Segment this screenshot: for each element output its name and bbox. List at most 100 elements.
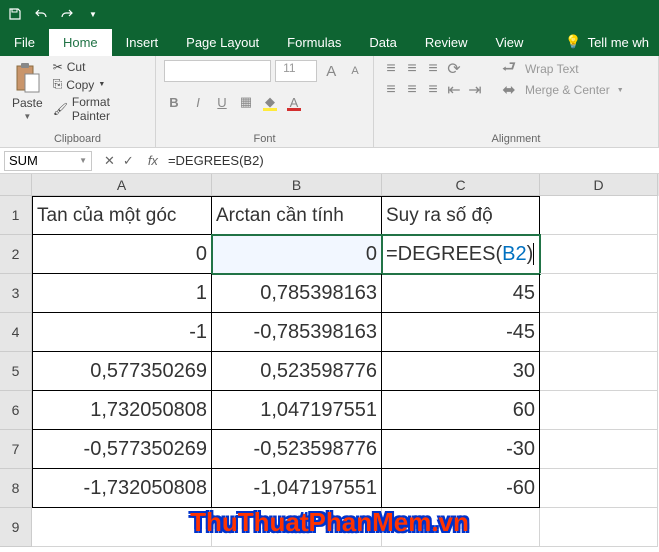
cell-d3[interactable] — [540, 274, 658, 313]
cell-b8[interactable]: -1,047197551 — [212, 469, 382, 508]
cell-a9[interactable] — [32, 508, 212, 547]
formula-ref: B2 — [502, 243, 526, 266]
tab-data[interactable]: Data — [355, 29, 410, 56]
align-center-icon[interactable]: ≡ — [403, 81, 421, 99]
cell-a7[interactable]: -0,577350269 — [32, 430, 212, 469]
align-bottom-icon[interactable]: ≡ — [424, 60, 442, 78]
row-header-8[interactable]: 8 — [0, 469, 32, 508]
group-font: 11 A A B I U ▦ ◆ A Font — [156, 56, 374, 147]
cell-a8[interactable]: -1,732050808 — [32, 469, 212, 508]
font-size-combo[interactable]: 11 — [275, 60, 317, 82]
row-header-6[interactable]: 6 — [0, 391, 32, 430]
cell-c8[interactable]: -60 — [382, 469, 540, 508]
cell-c3[interactable]: 45 — [382, 274, 540, 313]
orientation-icon[interactable]: ⟳ — [445, 60, 463, 78]
cell-c2-editing[interactable]: =DEGREES(B2) — [382, 235, 540, 274]
cell-c4[interactable]: -45 — [382, 313, 540, 352]
row-header-7[interactable]: 7 — [0, 430, 32, 469]
align-right-icon[interactable]: ≡ — [424, 81, 442, 99]
cut-button[interactable]: ✂Cut — [53, 60, 147, 74]
cell-d1[interactable] — [540, 196, 658, 235]
row-header-4[interactable]: 4 — [0, 313, 32, 352]
bold-button[interactable]: B — [164, 92, 184, 112]
cell-d6[interactable] — [540, 391, 658, 430]
copy-button[interactable]: ⎘Copy▼ — [53, 77, 147, 92]
fill-color-button[interactable]: ◆ — [260, 92, 280, 112]
tell-me-label: Tell me wh — [588, 35, 649, 50]
tab-review[interactable]: Review — [411, 29, 482, 56]
cancel-formula-icon[interactable]: ✕ — [104, 153, 115, 169]
row-header-1[interactable]: 1 — [0, 196, 32, 235]
cell-c5[interactable]: 30 — [382, 352, 540, 391]
wrap-text-button[interactable]: ⮐Wrap Text — [500, 60, 624, 78]
cell-a6[interactable]: 1,732050808 — [32, 391, 212, 430]
increase-indent-icon[interactable]: ⇥ — [466, 81, 484, 99]
row-header-2[interactable]: 2 — [0, 235, 32, 274]
cell-b2[interactable]: 0 — [212, 235, 382, 274]
cell-b1[interactable]: Arctan cần tính — [212, 196, 382, 235]
format-painter-button[interactable]: 🖌Format Painter — [53, 95, 147, 123]
group-alignment: ≡ ≡ ≡ ⟳ ≡ ≡ ≡ ⇤ ⇥ ⮐Wrap Text ⬌Merge & Ce… — [374, 56, 659, 147]
row-header-9[interactable]: 9 — [0, 508, 32, 547]
tab-home[interactable]: Home — [49, 29, 112, 56]
cell-b7[interactable]: -0,523598776 — [212, 430, 382, 469]
decrease-indent-icon[interactable]: ⇤ — [445, 81, 463, 99]
tab-file[interactable]: File — [0, 29, 49, 56]
col-header-d[interactable]: D — [540, 174, 658, 196]
tab-formulas[interactable]: Formulas — [273, 29, 355, 56]
cell-d9[interactable] — [540, 508, 658, 547]
cell-c7[interactable]: -30 — [382, 430, 540, 469]
row-header-5[interactable]: 5 — [0, 352, 32, 391]
select-all-corner[interactable] — [0, 174, 32, 196]
cell-b3[interactable]: 0,785398163 — [212, 274, 382, 313]
borders-button[interactable]: ▦ — [236, 92, 256, 112]
formula-input[interactable]: =DEGREES(B2) — [164, 153, 659, 168]
cell-d2[interactable] — [540, 235, 658, 274]
font-color-button[interactable]: A — [284, 92, 304, 112]
redo-icon[interactable] — [60, 7, 74, 21]
cell-c1[interactable]: Suy ra số độ — [382, 196, 540, 235]
tell-me[interactable]: 💡Tell me wh — [555, 28, 659, 56]
column-headers: A B C D — [0, 174, 659, 196]
italic-button[interactable]: I — [188, 92, 208, 112]
col-header-a[interactable]: A — [32, 174, 212, 196]
cell-a5[interactable]: 0,577350269 — [32, 352, 212, 391]
tab-view[interactable]: View — [481, 29, 537, 56]
paste-icon — [13, 62, 41, 94]
cell-d8[interactable] — [540, 469, 658, 508]
merge-icon: ⬌ — [500, 81, 518, 99]
merge-center-button[interactable]: ⬌Merge & Center▼ — [500, 81, 624, 99]
cell-b4[interactable]: -0,785398163 — [212, 313, 382, 352]
col-header-b[interactable]: B — [212, 174, 382, 196]
tab-pagelayout[interactable]: Page Layout — [172, 29, 273, 56]
cell-a4[interactable]: -1 — [32, 313, 212, 352]
table-row: 7 -0,577350269 -0,523598776 -30 — [0, 430, 659, 469]
underline-button[interactable]: U — [212, 92, 232, 112]
grow-font-icon[interactable]: A — [321, 61, 341, 81]
qat-customize-icon[interactable]: ▼ — [86, 7, 100, 21]
name-box[interactable]: SUM▼ — [4, 151, 92, 171]
enter-formula-icon[interactable]: ✓ — [123, 153, 134, 169]
paste-button[interactable]: Paste ▼ — [8, 60, 47, 131]
cell-d7[interactable] — [540, 430, 658, 469]
row-header-3[interactable]: 3 — [0, 274, 32, 313]
cell-a1[interactable]: Tan của một góc — [32, 196, 212, 235]
col-header-c[interactable]: C — [382, 174, 540, 196]
cell-b5[interactable]: 0,523598776 — [212, 352, 382, 391]
save-icon[interactable] — [8, 7, 22, 21]
cell-a3[interactable]: 1 — [32, 274, 212, 313]
chevron-down-icon: ▼ — [23, 112, 31, 121]
cell-c6[interactable]: 60 — [382, 391, 540, 430]
undo-icon[interactable] — [34, 7, 48, 21]
cell-a2[interactable]: 0 — [32, 235, 212, 274]
align-middle-icon[interactable]: ≡ — [403, 60, 421, 78]
fx-icon[interactable]: fx — [148, 153, 158, 168]
align-top-icon[interactable]: ≡ — [382, 60, 400, 78]
cell-d5[interactable] — [540, 352, 658, 391]
shrink-font-icon[interactable]: A — [345, 61, 365, 81]
tab-insert[interactable]: Insert — [112, 29, 173, 56]
cell-b6[interactable]: 1,047197551 — [212, 391, 382, 430]
cell-d4[interactable] — [540, 313, 658, 352]
align-left-icon[interactable]: ≡ — [382, 81, 400, 99]
font-name-combo[interactable] — [164, 60, 271, 82]
